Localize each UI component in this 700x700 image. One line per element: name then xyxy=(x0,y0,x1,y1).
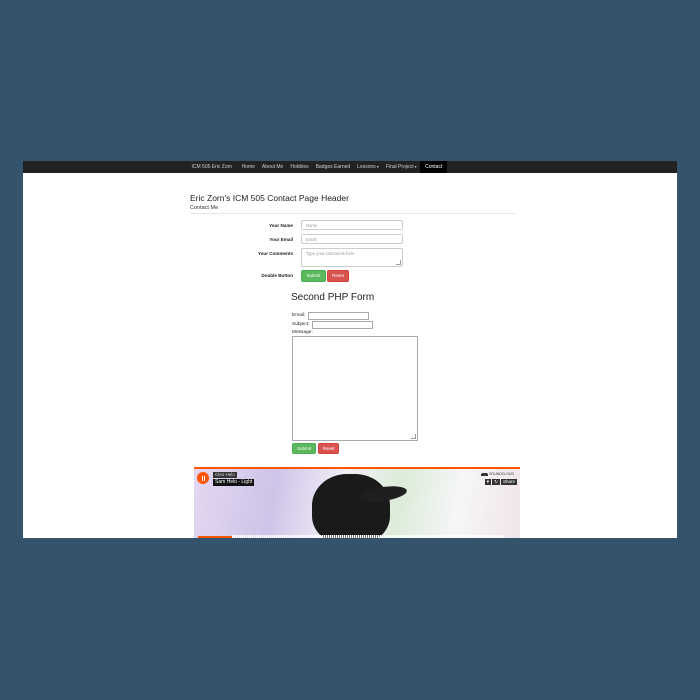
nav-item-final-project[interactable]: Final Project▾ xyxy=(382,161,420,173)
browser-viewport: ICM 505 Eric Zorn Home About Me Hobbies … xyxy=(23,161,677,538)
form2-subject-label: Subject: xyxy=(292,322,310,327)
nav-item-badges-earned[interactable]: Badges Earned xyxy=(312,161,353,173)
waveform-remaining xyxy=(232,535,504,538)
waveform-played xyxy=(198,536,232,538)
caret-down-icon: ▾ xyxy=(414,164,417,169)
second-form-title: Second PHP Form xyxy=(291,292,375,303)
pause-icon-bar xyxy=(203,475,205,481)
navbar: ICM 505 Eric Zorn Home About Me Hobbies … xyxy=(23,161,677,173)
nav-items: ICM 505 Eric Zorn Home About Me Hobbies … xyxy=(188,161,448,173)
email-label: Your Email xyxy=(269,237,293,242)
waveform[interactable] xyxy=(194,532,520,538)
page-header: Eric Zorn's ICM 505 Contact Page Header … xyxy=(190,193,515,212)
page-title: Eric Zorn's ICM 505 Contact Page Header xyxy=(190,193,349,203)
form2-reset-button[interactable]: Reset xyxy=(318,443,339,454)
soundcloud-brand: SOUNDCLOUD xyxy=(489,472,514,476)
comments-label: Your Comments xyxy=(257,251,293,256)
like-button[interactable]: ♥ xyxy=(484,479,492,485)
pause-button[interactable] xyxy=(197,472,209,484)
artist-name[interactable]: Cleo Helo xyxy=(213,472,237,478)
nav-item-final-project-label: Final Project xyxy=(385,164,414,170)
form2-email-input[interactable] xyxy=(308,312,369,320)
comments-textarea[interactable]: Type your comments here xyxy=(301,248,403,267)
name-input[interactable]: Name xyxy=(301,220,403,230)
page-subtitle: Contact Me xyxy=(190,205,219,211)
soundcloud-player[interactable]: Cleo Helo Sam Helo - Light SOUNDCLOUD ♥ … xyxy=(194,467,520,538)
nav-item-home[interactable]: Home xyxy=(238,161,258,173)
email-input[interactable]: Email xyxy=(301,234,403,244)
caret-down-icon: ▾ xyxy=(376,164,379,169)
form2-message-textarea[interactable] xyxy=(292,336,418,441)
repost-button[interactable]: ↻ xyxy=(492,479,500,485)
comments-placeholder: Type your comments here xyxy=(306,250,355,256)
name-label: Your Name xyxy=(269,223,293,228)
pause-icon xyxy=(201,475,203,481)
soundcloud-logo[interactable]: SOUNDCLOUD xyxy=(481,472,514,476)
resize-grip-icon[interactable] xyxy=(411,434,416,439)
artwork-silhouette xyxy=(312,474,390,538)
nav-item-about-me[interactable]: About Me xyxy=(258,161,286,173)
reset-button[interactable]: Reset xyxy=(327,270,349,282)
nav-item-lessons[interactable]: Lessons▾ xyxy=(354,161,383,173)
form2-submit-button[interactable]: Submit xyxy=(292,443,316,454)
submit-button[interactable]: Submit xyxy=(301,270,326,282)
double-button-label: Double Button xyxy=(261,273,293,278)
header-divider xyxy=(190,213,515,214)
form2-message-label: Message: xyxy=(292,330,313,335)
track-title[interactable]: Sam Helo - Light xyxy=(213,479,255,486)
nav-brand[interactable]: ICM 505 Eric Zorn xyxy=(188,161,238,173)
share-button[interactable]: Share xyxy=(500,479,517,485)
resize-grip-icon[interactable] xyxy=(396,260,401,265)
player-actions: ♥ ↻ Share xyxy=(484,479,517,485)
form2-email-label: Email: xyxy=(292,313,306,318)
form2-subject-input[interactable] xyxy=(312,321,373,329)
nav-item-hobbies[interactable]: Hobbies xyxy=(287,161,312,173)
nav-item-lessons-label: Lessons xyxy=(357,164,376,170)
nav-item-contact[interactable]: Contact xyxy=(420,161,448,173)
cloud-icon xyxy=(481,472,489,476)
